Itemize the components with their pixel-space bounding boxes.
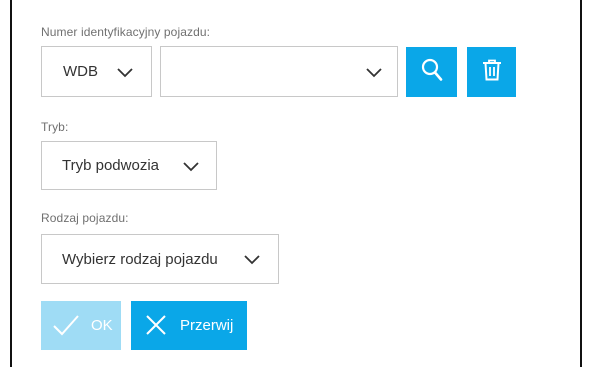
vin-prefix-select[interactable]: WDB [41, 46, 152, 97]
ok-label: OK [91, 317, 113, 334]
search-icon [421, 58, 443, 87]
right-border [580, 0, 582, 367]
vehicle-identification-dialog: Numer identyfikacyjny pojazdu: WDB Tryb:… [0, 0, 593, 367]
vin-number-select[interactable] [160, 46, 398, 97]
cancel-button[interactable]: Przerwij [131, 301, 247, 350]
checkmark-icon [53, 314, 79, 336]
vehicle-type-select[interactable]: Wybierz rodzaj pojazdu [41, 234, 279, 284]
vin-label: Numer identyfikacyjny pojazdu: [41, 25, 211, 39]
chevron-down-icon [366, 68, 382, 78]
vehicle-type-label: Rodzaj pojazdu: [41, 211, 129, 225]
mode-value: Tryb podwozia [62, 157, 159, 174]
left-border [10, 0, 12, 367]
chevron-down-icon [244, 255, 260, 265]
delete-button[interactable] [467, 47, 516, 97]
cancel-label: Przerwij [180, 317, 234, 334]
ok-button[interactable]: OK [41, 301, 121, 350]
mode-select[interactable]: Tryb podwozia [41, 141, 217, 190]
vehicle-type-value: Wybierz rodzaj pojazdu [62, 251, 218, 268]
mode-label: Tryb: [41, 120, 69, 134]
chevron-down-icon [117, 68, 133, 78]
vin-prefix-value: WDB [63, 63, 98, 80]
trash-icon [482, 59, 502, 86]
search-button[interactable] [406, 47, 457, 97]
close-icon [145, 314, 167, 336]
chevron-down-icon [183, 162, 199, 172]
